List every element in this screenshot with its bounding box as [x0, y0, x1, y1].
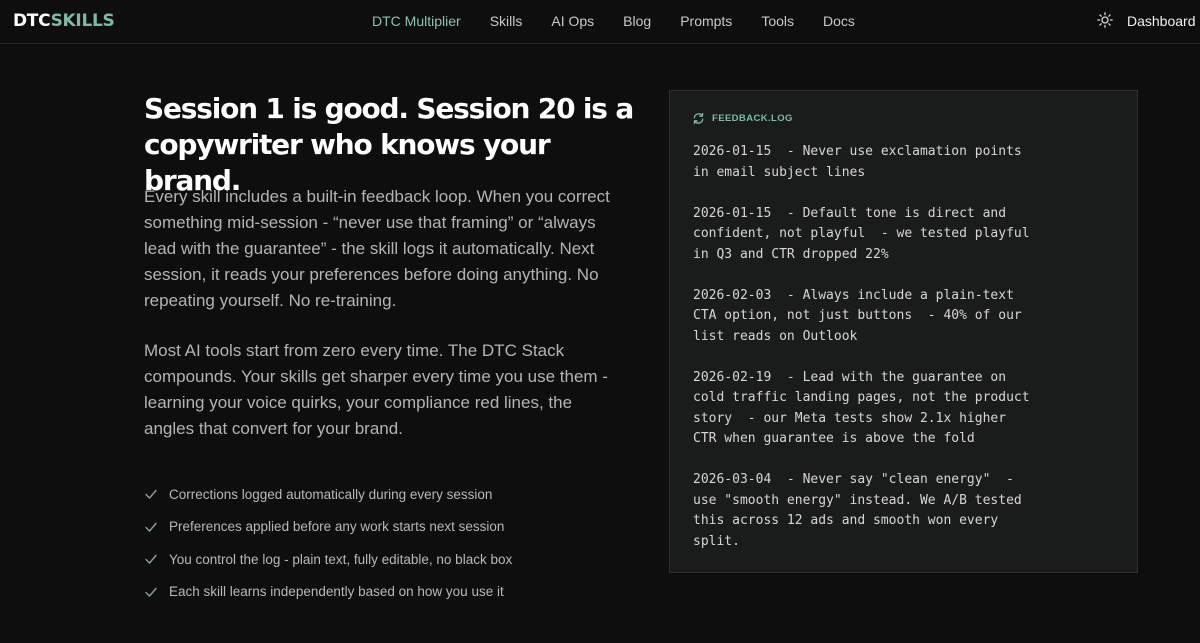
hero-paragraph-feedback-loop: Every skill includes a built-in feedback…	[144, 187, 610, 310]
nav-link-blog[interactable]: Blog	[623, 13, 651, 29]
log-entry: 2026-01-15 - Default tone is direct and …	[693, 205, 1030, 262]
nav-link-tools[interactable]: Tools	[761, 13, 794, 29]
checklist-item: Corrections logged automatically during …	[144, 478, 624, 511]
log-entry: 2026-03-04 - Never say "clean energy" - …	[693, 472, 1022, 549]
nav-link-docs[interactable]: Docs	[823, 13, 855, 29]
top-nav-bar: DTCSKILLS DTC Multiplier Skills AI Ops B…	[0, 0, 1200, 44]
checklist-item: Each skill learns independently based on…	[144, 576, 624, 609]
feedback-log-header: FEEDBACK.LOG	[692, 112, 793, 125]
checklist-item-text: You control the log - plain text, fully …	[169, 551, 513, 567]
checklist-item: Preferences applied before any work star…	[144, 511, 624, 544]
feedback-log-panel: FEEDBACK.LOG 2026-01-15 - Never use excl…	[669, 90, 1138, 573]
check-icon	[145, 555, 157, 564]
nav-link-skills[interactable]: Skills	[490, 13, 523, 29]
hero-headline: Session 1 is good. Session 20 is a copyw…	[144, 92, 634, 197]
log-entry: 2026-02-19 - Lead with the guarantee on …	[693, 369, 1030, 447]
log-entry: 2026-01-15 - Never use exclamation point…	[693, 144, 1022, 180]
sun-icon[interactable]	[1097, 12, 1113, 28]
nav-link-ai-ops[interactable]: AI Ops	[551, 13, 594, 29]
feedback-log-entries: 2026-01-15 - Never use exclamation point…	[693, 142, 1133, 573]
feature-checklist: Corrections logged automatically during …	[144, 478, 624, 608]
log-entry: 2026-02-03 - Always include a plain-text…	[693, 287, 1022, 344]
logo-text-dtc: DTC	[13, 11, 51, 31]
check-icon	[145, 587, 157, 597]
check-icon	[145, 522, 157, 532]
refresh-icon	[693, 112, 704, 125]
hero-paragraph-compounding: Most AI tools start from zero every time…	[144, 341, 608, 438]
main-nav: DTC Multiplier Skills AI Ops Blog Prompt…	[372, 13, 884, 29]
check-icon	[145, 490, 157, 499]
dashboard-link[interactable]: Dashboard	[1127, 13, 1196, 29]
site-logo[interactable]: DTCSKILLS	[13, 11, 115, 31]
feedback-log-title: FEEDBACK.LOG	[712, 113, 793, 124]
logo-text-skills: SKILLS	[50, 11, 115, 31]
checklist-item-text: Corrections logged automatically during …	[169, 486, 493, 502]
checklist-item: You control the log - plain text, fully …	[144, 543, 624, 576]
nav-link-dtc-multiplier[interactable]: DTC Multiplier	[372, 13, 461, 29]
nav-link-prompts[interactable]: Prompts	[680, 13, 732, 29]
checklist-item-text: Preferences applied before any work star…	[169, 519, 505, 535]
checklist-item-text: Each skill learns independently based on…	[169, 584, 504, 600]
